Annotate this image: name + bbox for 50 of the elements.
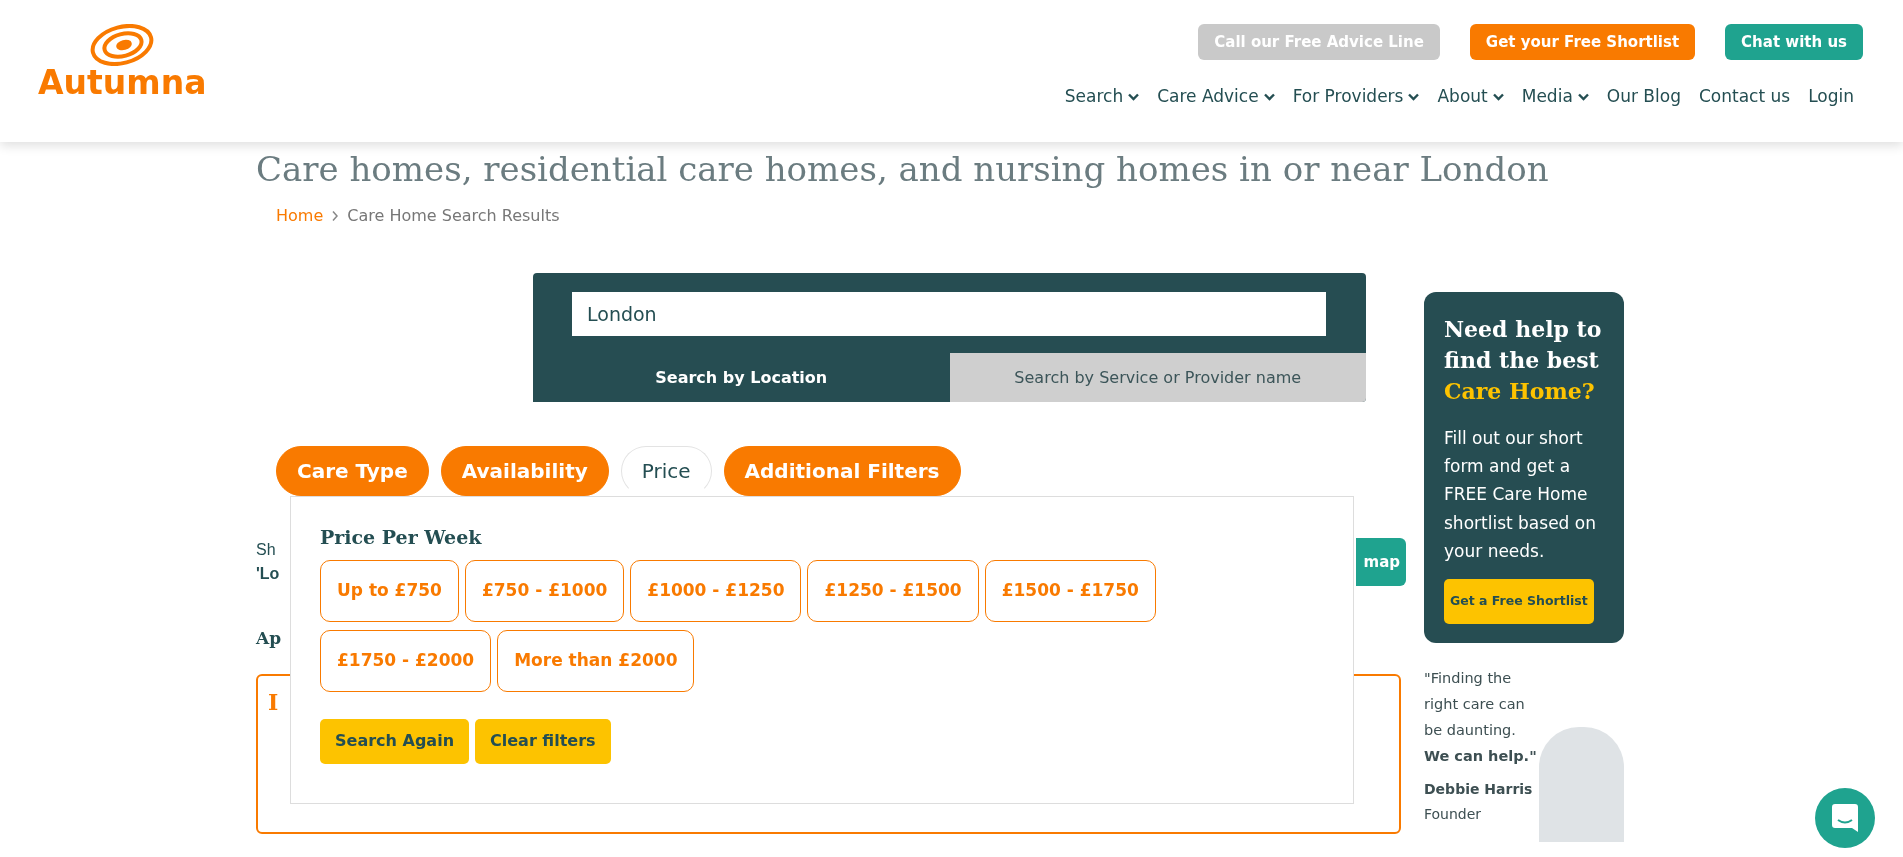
panel-title: Price Per Week	[320, 525, 483, 550]
logo[interactable]: Autumna	[38, 24, 207, 142]
nav-link[interactable]: Media	[1512, 84, 1598, 110]
help-heading-highlight: Care Home?	[1444, 377, 1595, 404]
filter-button[interactable]: Care Type	[276, 446, 429, 496]
price-option[interactable]: More than £2000	[497, 629, 695, 692]
clear-filters-button[interactable]: Clear filters	[475, 718, 611, 764]
nav-link[interactable]: For Providers	[1283, 84, 1429, 110]
founder-role: Founder	[1424, 805, 1483, 825]
chevron-down-icon	[1577, 92, 1589, 101]
chevron-down-icon	[1492, 92, 1504, 101]
search-tab[interactable]: Search by Service or Provider name	[949, 353, 1366, 402]
price-option[interactable]: £1250 - £1500	[807, 559, 979, 622]
swirl-icon	[90, 24, 155, 66]
help-heading: Need help to find the best	[1444, 316, 1602, 373]
nav-link[interactable]: Our Blog	[1597, 84, 1690, 110]
founder-name: Debbie Harris	[1424, 780, 1534, 799]
nav-link[interactable]: Login	[1799, 84, 1863, 110]
nav-link[interactable]: About	[1428, 84, 1513, 110]
help-text: Fill out our short form and get a FREE Care Home shortlist based on your needs.	[1444, 427, 1597, 563]
price-option[interactable]: £1500 - £1750	[984, 559, 1156, 622]
location-input[interactable]: London	[572, 292, 1326, 336]
breadcrumb-current: Care Home Search Results	[347, 205, 560, 227]
price-option[interactable]: £750 - £1000	[464, 559, 625, 622]
search-again-button[interactable]: Search Again	[320, 718, 469, 764]
chat-bubble-icon	[1831, 803, 1859, 833]
chevron-down-icon	[1128, 92, 1140, 101]
shortlist-button[interactable]: Get your Free Shortlist	[1469, 24, 1696, 60]
price-option[interactable]: £1750 - £2000	[320, 629, 492, 692]
result-title: I	[268, 688, 279, 715]
chevron-right-icon	[331, 210, 340, 222]
results-summary-text: Sh	[256, 540, 277, 560]
chat-button[interactable]: Chat with us	[1725, 24, 1863, 60]
chevron-down-icon	[1263, 92, 1275, 101]
results-summary-text: 'Lo	[256, 565, 280, 582]
breadcrumb-link[interactable]: Home	[276, 204, 324, 228]
map-button[interactable]: map	[1355, 538, 1406, 586]
nav-link[interactable]: Contact us	[1689, 84, 1800, 110]
quote-text: "Finding the right care can be daunting. We can help."	[1424, 668, 1538, 766]
filter-button[interactable]: Availability	[440, 446, 609, 496]
page-title: Care homes, residential care homes, and nursing homes in or near London	[256, 148, 1549, 190]
chevron-down-icon	[1408, 92, 1420, 101]
free-shortlist-button[interactable]: Get a Free Shortlist	[1444, 578, 1594, 624]
price-option[interactable]: Up to £750	[320, 559, 459, 622]
nav-link[interactable]: Care Advice	[1148, 84, 1284, 110]
filter-button[interactable]: Additional Filters	[723, 446, 961, 496]
results-heading: Ap	[256, 627, 282, 650]
price-option[interactable]: £1000 - £1250	[630, 559, 802, 622]
chat-launcher-button[interactable]	[1815, 788, 1875, 848]
nav-link[interactable]: Search	[1055, 84, 1149, 110]
